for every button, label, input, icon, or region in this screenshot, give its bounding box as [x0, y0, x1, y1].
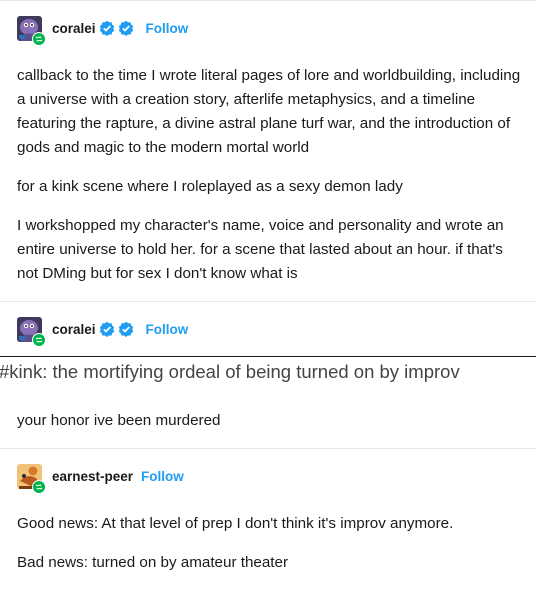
verified-badge-icon	[99, 321, 115, 337]
post-paragraph: your honor ive been murdered	[17, 412, 221, 429]
post-divider	[0, 301, 536, 302]
reblog-icon	[32, 31, 46, 46]
reblog-icon	[32, 332, 46, 347]
username[interactable]: earnest-peer	[52, 469, 133, 484]
verified-badge-icon	[99, 20, 115, 36]
post-paragraph: for a kink scene where I roleplayed as a…	[17, 178, 403, 195]
avatar[interactable]	[17, 15, 46, 46]
tag-text[interactable]: #kink: the mortifying ordeal of being tu…	[0, 357, 536, 387]
post-header-2: coralei Follow	[17, 316, 189, 347]
post-header-1: coralei Follow	[17, 15, 189, 46]
reblog-icon	[32, 479, 46, 494]
post-paragraph: Bad news: turned on by amateur theater	[17, 554, 289, 571]
post-header-3: earnest-peer Follow	[17, 463, 184, 494]
avatar[interactable]	[17, 316, 46, 347]
follow-button[interactable]: Follow	[141, 469, 184, 484]
post-paragraph: I workshopped my character's name, voice…	[17, 217, 504, 282]
follow-button[interactable]: Follow	[146, 322, 189, 337]
tag-strip: #kink: the mortifying ordeal of being tu…	[0, 356, 536, 389]
verified-badge-icon	[118, 321, 134, 337]
post-paragraph: callback to the time I wrote literal pag…	[17, 67, 521, 156]
verified-badge-icon	[118, 20, 134, 36]
username[interactable]: coralei	[52, 21, 96, 36]
post-divider	[0, 448, 536, 449]
post-paragraph: Good news: At that level of prep I don't…	[17, 515, 454, 532]
avatar[interactable]	[17, 463, 46, 494]
username[interactable]: coralei	[52, 322, 96, 337]
follow-button[interactable]: Follow	[146, 21, 189, 36]
top-divider	[0, 0, 536, 1]
